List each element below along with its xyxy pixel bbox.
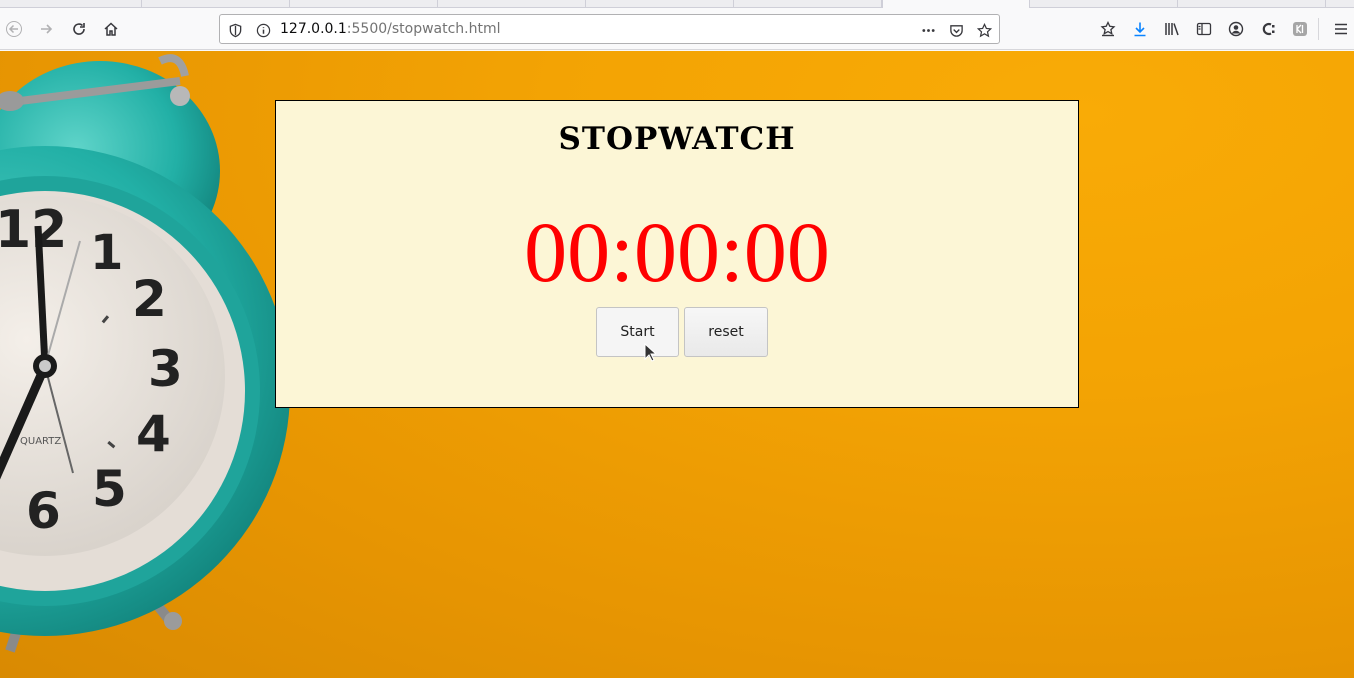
- mouse-cursor-icon: [644, 343, 656, 362]
- forward-icon[interactable]: [34, 17, 58, 41]
- svg-text:4: 4: [136, 405, 171, 463]
- page-viewport: 12 1 2 3 4 5 6 QUARTZ STOPWATCH 00:00:00…: [0, 51, 1354, 678]
- timer-display: 00:00:00: [524, 204, 830, 300]
- reload-icon[interactable]: [67, 17, 91, 41]
- tab[interactable]: [1178, 0, 1326, 8]
- reset-button[interactable]: reset: [684, 307, 768, 357]
- tab[interactable]: [290, 0, 438, 8]
- tab[interactable]: [734, 0, 882, 8]
- svg-text:QUARTZ: QUARTZ: [20, 436, 61, 447]
- bookmarks-toolbar-icon[interactable]: [1096, 17, 1120, 41]
- pocket-icon[interactable]: [947, 21, 965, 39]
- url-path: :5500/stopwatch.html: [346, 21, 501, 37]
- start-button[interactable]: Start: [596, 307, 679, 357]
- tab[interactable]: [0, 0, 142, 8]
- home-icon[interactable]: [99, 17, 123, 41]
- tab[interactable]: [1030, 0, 1178, 8]
- alarm-clock-image: 12 1 2 3 4 5 6 QUARTZ: [0, 54, 290, 653]
- tab[interactable]: [438, 0, 586, 8]
- stopwatch-card: STOPWATCH 00:00:00 Start reset: [275, 100, 1079, 408]
- info-icon[interactable]: [254, 21, 272, 39]
- svg-text:12: 12: [0, 200, 67, 260]
- url-host: 127.0.0.1: [280, 21, 347, 37]
- more-icon[interactable]: [919, 21, 937, 39]
- svg-text:5: 5: [92, 460, 127, 518]
- extension2-icon[interactable]: [1288, 17, 1312, 41]
- tab-strip: [0, 0, 1354, 9]
- account-icon[interactable]: [1224, 17, 1248, 41]
- download-icon[interactable]: [1128, 17, 1152, 41]
- url-bar[interactable]: 127.0.0.1:5500/stopwatch.html: [219, 14, 1000, 44]
- stopwatch-title: STOPWATCH: [558, 121, 796, 157]
- tab[interactable]: [142, 0, 290, 8]
- tab[interactable]: [586, 0, 734, 8]
- back-icon[interactable]: [2, 17, 26, 41]
- svg-text:6: 6: [26, 482, 61, 540]
- toolbar-separator: [1318, 18, 1319, 40]
- svg-text:2: 2: [132, 270, 167, 328]
- bookmark-star-icon[interactable]: [975, 21, 993, 39]
- navigation-toolbar: 127.0.0.1:5500/stopwatch.html: [0, 8, 1354, 50]
- url-text[interactable]: 127.0.0.1:5500/stopwatch.html: [280, 21, 501, 37]
- shield-icon[interactable]: [226, 21, 244, 39]
- svg-text:1: 1: [90, 225, 123, 281]
- extension-icon[interactable]: [1256, 17, 1280, 41]
- sidebar-icon[interactable]: [1192, 17, 1216, 41]
- library-icon[interactable]: [1160, 17, 1184, 41]
- menu-icon[interactable]: [1329, 17, 1353, 41]
- svg-text:3: 3: [148, 340, 183, 398]
